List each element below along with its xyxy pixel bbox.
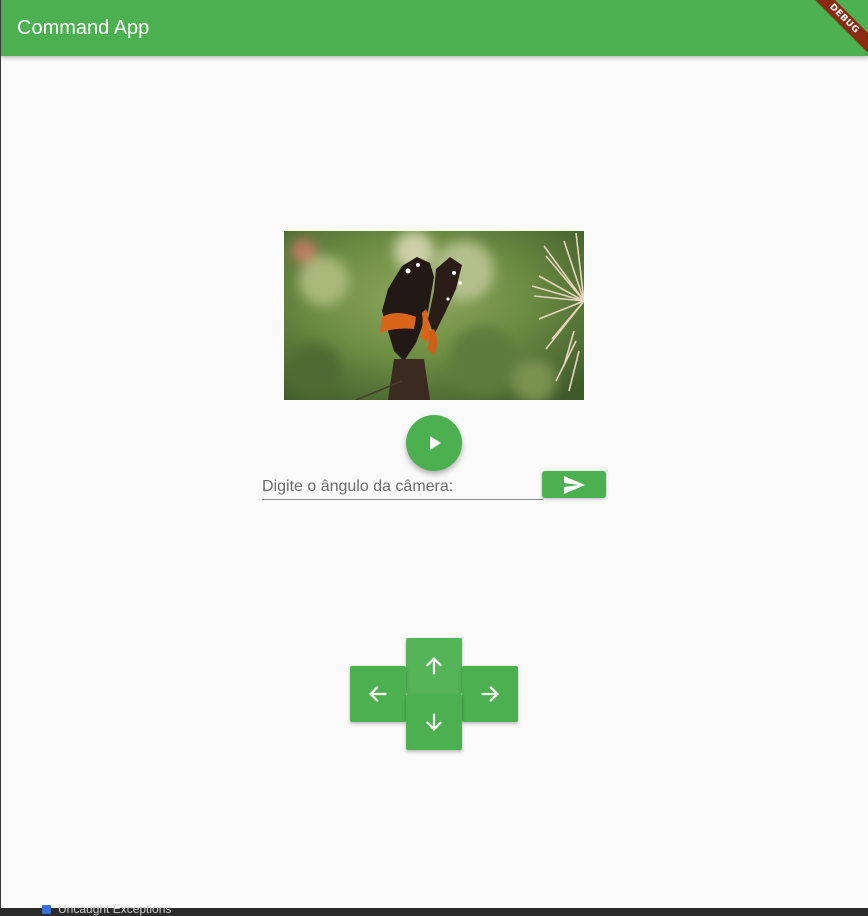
move-down-button[interactable] bbox=[406, 694, 462, 750]
play-button[interactable] bbox=[406, 415, 462, 471]
arrow-down-icon bbox=[426, 713, 442, 731]
arrow-right-icon bbox=[481, 686, 499, 702]
play-arrow-icon bbox=[430, 436, 441, 450]
camera-angle-field[interactable] bbox=[262, 474, 543, 500]
move-left-button[interactable] bbox=[350, 666, 406, 722]
camera-image bbox=[284, 231, 584, 400]
camera-angle-input[interactable] bbox=[262, 477, 537, 497]
move-up-button[interactable] bbox=[406, 638, 462, 694]
send-icon bbox=[564, 475, 585, 494]
uncaught-exceptions-label: Uncaught Exceptions bbox=[58, 902, 172, 916]
arrow-left-icon bbox=[369, 686, 387, 702]
butterfly-photo bbox=[284, 231, 584, 400]
send-angle-button[interactable] bbox=[542, 471, 606, 498]
arrow-up-icon bbox=[426, 657, 442, 675]
move-right-button[interactable] bbox=[462, 666, 518, 722]
app-title: Command App bbox=[17, 17, 150, 39]
app-window: Command App DEBUG bbox=[1, 0, 868, 908]
app-bar: Command App bbox=[1, 0, 868, 56]
